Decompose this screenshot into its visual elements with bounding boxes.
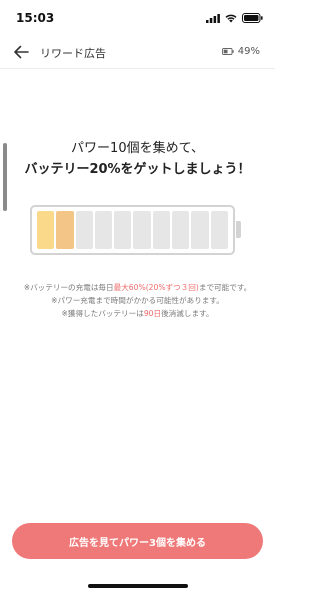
- power-meter-cap: [236, 221, 241, 238]
- power-cell-empty: [152, 211, 171, 249]
- back-button[interactable]: [10, 42, 32, 62]
- note-charge-delay: ※パワー充電まで時間がかかる可能性があります。: [51, 296, 224, 305]
- watch-ad-button[interactable]: 広告を見てパワー3個を集める: [12, 523, 263, 559]
- battery-status: 49%: [221, 46, 260, 57]
- battery-icon: [242, 13, 263, 23]
- note-charge-limit-highlight: 最大60%(20%ずつ３回): [113, 283, 199, 292]
- power-cell-empty: [94, 211, 113, 249]
- headline: パワー10個を集めて、 バッテリー20%をゲットしましょう！: [0, 139, 275, 181]
- reward-ad-screen: 15:03 リワード広告 49% パワー10個を集めて、 バッテリー20%をゲッ…: [0, 0, 275, 595]
- note-charge-limit: ※バッテリーの充電は毎日最大60%(20%ずつ３回)まで可能です。: [0, 281, 275, 294]
- note-charge-limit-pre: ※バッテリーの充電は毎日: [23, 283, 114, 292]
- power-cell-empty: [172, 211, 190, 249]
- power-cell-filled: [37, 211, 55, 249]
- status-time: 15:03: [16, 11, 55, 25]
- header-divider: [0, 68, 275, 69]
- status-icons: [206, 13, 263, 23]
- power-cell-filled: [56, 211, 74, 249]
- power-cell-empty: [210, 211, 228, 249]
- notes: ※バッテリーの充電は毎日最大60%(20%ずつ３回)まで可能です。 ※パワー充電…: [0, 281, 275, 320]
- wifi-icon: [225, 14, 237, 23]
- note-charge-limit-post: まで可能です。: [198, 283, 252, 292]
- power-cell-empty: [114, 211, 132, 249]
- note-expiry-post: 後消滅します。: [161, 309, 214, 318]
- header: リワード広告 49%: [0, 36, 275, 68]
- battery-percent: 49%: [237, 46, 260, 57]
- home-indicator: [88, 584, 188, 588]
- signal-icon: [206, 13, 220, 23]
- arrow-left-icon: [14, 45, 29, 59]
- watch-ad-button-label: 広告を見てパワー3個を集める: [69, 537, 206, 549]
- note-expiry-highlight: 90日: [143, 309, 162, 318]
- headline-line-2: バッテリー20%をゲットしましょう！: [24, 162, 251, 177]
- power-cell-empty: [133, 211, 151, 249]
- note-expiry: ※獲得したバッテリーは90日後消滅します。: [0, 307, 275, 320]
- power-cell-empty: [191, 211, 209, 249]
- power-meter: [30, 205, 235, 255]
- power-cell-empty: [75, 211, 93, 249]
- page-title: リワード広告: [40, 47, 106, 60]
- note-expiry-pre: ※獲得したバッテリーは: [61, 309, 144, 318]
- small-battery-icon: [221, 48, 234, 55]
- headline-line-1: パワー10個を集めて、: [71, 141, 204, 156]
- status-bar: 15:03: [0, 0, 275, 36]
